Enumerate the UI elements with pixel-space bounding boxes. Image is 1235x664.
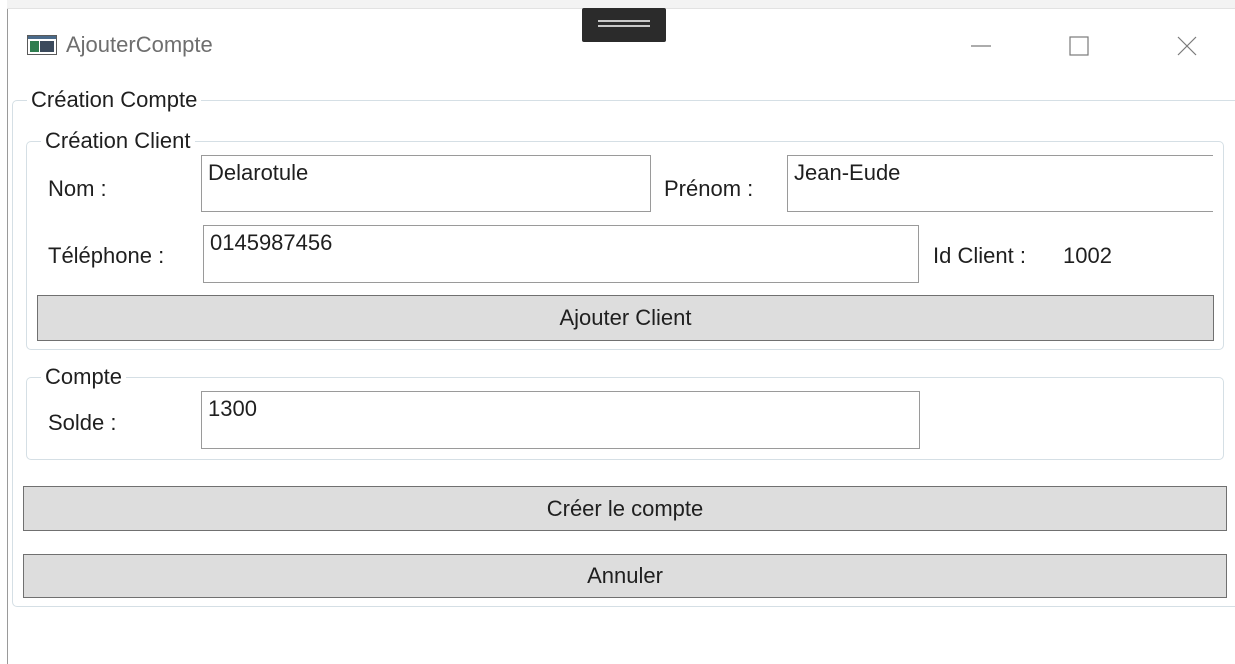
maximize-icon xyxy=(1069,36,1089,56)
nom-label: Nom : xyxy=(48,176,107,201)
maximize-button[interactable] xyxy=(1056,24,1102,68)
id-client-value: 1002 xyxy=(1063,243,1112,268)
compte-legend: Compte xyxy=(45,364,123,389)
prenom-label: Prénom : xyxy=(664,176,754,201)
solde-input[interactable]: 1300 xyxy=(201,391,920,449)
creation-client-legend: Création Client xyxy=(45,128,191,153)
prenom-input[interactable]: Jean-Eude xyxy=(787,155,1213,212)
close-button[interactable] xyxy=(1164,24,1210,68)
creer-compte-button[interactable]: Créer le compte xyxy=(23,486,1227,531)
app-window-icon xyxy=(27,35,57,55)
nom-input[interactable]: Delarotule xyxy=(201,155,651,212)
ajouter-client-button[interactable]: Ajouter Client xyxy=(37,295,1214,341)
telephone-input[interactable]: 0145987456 xyxy=(203,225,919,283)
solde-label: Solde : xyxy=(48,410,117,435)
close-icon xyxy=(1177,36,1197,56)
creation-compte-legend: Création Compte xyxy=(31,87,198,112)
minimize-button[interactable] xyxy=(958,24,1004,68)
annuler-button[interactable]: Annuler xyxy=(23,554,1227,598)
drag-grip[interactable] xyxy=(582,8,666,42)
window-left-edge xyxy=(0,0,8,664)
id-client-label: Id Client : xyxy=(933,243,1026,268)
window-title: AjouterCompte xyxy=(66,32,213,57)
minimize-icon xyxy=(971,45,991,47)
telephone-label: Téléphone : xyxy=(48,243,165,268)
